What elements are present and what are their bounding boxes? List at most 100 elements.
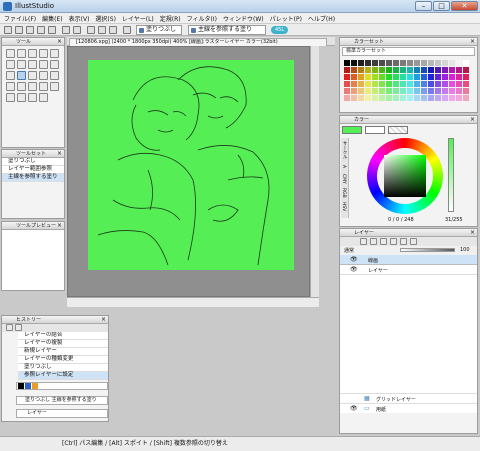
tab-a[interactable]: A [341, 162, 346, 172]
history-item[interactable]: レイヤーの結合 [18, 332, 108, 340]
panel-close-icon[interactable]: × [57, 38, 62, 45]
panel-close-icon[interactable]: × [101, 316, 106, 323]
palette-swatch[interactable] [400, 74, 406, 80]
panel-close-icon[interactable]: × [470, 229, 475, 236]
palette-swatch[interactable] [428, 60, 434, 66]
paste-icon[interactable] [109, 26, 117, 34]
merge-layer-icon[interactable] [400, 238, 407, 245]
layer-move-tool-icon[interactable] [28, 93, 37, 102]
palette-swatch[interactable] [344, 74, 350, 80]
canvas-viewport[interactable] [67, 46, 310, 297]
hue-ring[interactable] [367, 138, 443, 214]
pen-tool-icon[interactable] [17, 60, 26, 69]
new-folder-icon[interactable] [370, 238, 377, 245]
palette-swatch[interactable] [428, 88, 434, 94]
menu-palette[interactable]: パレット(P) [270, 14, 302, 23]
palette-swatch[interactable] [442, 67, 448, 73]
saturation-value-square[interactable] [384, 155, 426, 197]
open-file-icon[interactable] [26, 26, 34, 34]
gradient-tool-icon[interactable] [28, 71, 37, 80]
select-tool-icon[interactable] [6, 49, 15, 58]
palette-swatch[interactable] [414, 60, 420, 66]
palette-swatch[interactable] [393, 95, 399, 101]
palette-swatch[interactable] [463, 95, 469, 101]
palette-swatch[interactable] [379, 81, 385, 87]
palette-swatch[interactable] [449, 81, 455, 87]
history-item[interactable]: 参照レイヤーに設定 [18, 372, 108, 380]
panel-close-icon[interactable]: × [470, 38, 475, 45]
palette-swatch[interactable] [456, 74, 462, 80]
tab-circle[interactable]: サークル [341, 138, 347, 162]
palette-swatch[interactable] [372, 74, 378, 80]
new-file-icon[interactable] [15, 26, 23, 34]
palette-swatch[interactable] [372, 81, 378, 87]
palette-swatch[interactable] [435, 60, 441, 66]
blend-mode-select[interactable]: 通常 [344, 247, 354, 254]
palette-swatch[interactable] [365, 88, 371, 94]
blend-tool-icon[interactable] [50, 82, 59, 91]
maximize-button[interactable]: □ [433, 1, 450, 11]
palette-swatch[interactable] [386, 74, 392, 80]
palette-swatch[interactable] [400, 95, 406, 101]
palette-swatch[interactable] [449, 60, 455, 66]
history-item[interactable]: レイヤーの複製 [18, 340, 108, 348]
menu-file[interactable]: ファイル(F) [4, 14, 36, 23]
ruler-tool-icon[interactable] [28, 82, 37, 91]
menu-view[interactable]: 表示(V) [69, 14, 90, 23]
palette-swatch[interactable] [442, 74, 448, 80]
pencil-tool-icon[interactable] [28, 60, 37, 69]
palette-swatch[interactable] [393, 88, 399, 94]
palette-swatch[interactable] [414, 88, 420, 94]
canvas-vertical-scrollbar[interactable] [310, 46, 319, 297]
minimize-button[interactable]: – [415, 1, 432, 11]
stop-icon[interactable] [4, 26, 12, 34]
history-option-field[interactable]: 塗りつぶし 主線を参照する塗り [16, 396, 108, 405]
layer-row[interactable]: ▦ グリッドレイヤー [340, 393, 477, 403]
palette-swatch[interactable] [456, 60, 462, 66]
palette-swatch[interactable] [407, 81, 413, 87]
document-tab[interactable]: [120806.xpg] (2400 * 1800px 350dpi) 400%… [69, 38, 327, 46]
palette-swatch[interactable] [386, 88, 392, 94]
layer-row[interactable]: 👁 ▭ 用紙 [340, 403, 477, 413]
palette-swatch[interactable] [414, 81, 420, 87]
palette-swatch[interactable] [358, 88, 364, 94]
fill-tool-icon[interactable] [17, 71, 26, 80]
palette-swatch[interactable] [365, 95, 371, 101]
palette-swatch[interactable] [456, 67, 462, 73]
menu-edit[interactable]: 編集(E) [42, 14, 62, 23]
palette-swatch[interactable] [463, 67, 469, 73]
eraser-tool-icon[interactable] [6, 71, 15, 80]
zoom-tool-icon[interactable] [28, 49, 37, 58]
subtool-item[interactable]: レイヤー範囲参照 [2, 166, 64, 174]
menu-select[interactable]: 選択(S) [95, 14, 116, 23]
save-icon[interactable] [37, 26, 45, 34]
redo-icon[interactable] [73, 26, 81, 34]
tab-rgb[interactable]: RGB [341, 186, 346, 200]
copy-layer-icon[interactable] [380, 238, 387, 245]
palette-swatch[interactable] [442, 81, 448, 87]
palette-swatch[interactable] [358, 67, 364, 73]
palette-swatch[interactable] [351, 74, 357, 80]
palette-swatch[interactable] [379, 67, 385, 73]
palette-swatch[interactable] [351, 95, 357, 101]
close-button[interactable]: ✕ [451, 1, 478, 11]
palette-swatch[interactable] [463, 74, 469, 80]
line-tool-icon[interactable] [6, 82, 15, 91]
palette-swatch[interactable] [463, 88, 469, 94]
redo-icon[interactable] [15, 324, 22, 331]
tool-combo[interactable]: 塗りつぶし [136, 25, 182, 35]
palette-swatch[interactable] [414, 95, 420, 101]
palette-swatch[interactable] [393, 67, 399, 73]
palette-swatch[interactable] [400, 81, 406, 87]
drawing-canvas[interactable] [88, 60, 294, 270]
copy-icon[interactable] [98, 26, 106, 34]
palette-swatch[interactable] [435, 74, 441, 80]
brush-size-badge[interactable]: 45L [271, 26, 289, 34]
palette-swatch[interactable] [421, 67, 427, 73]
palette-swatch[interactable] [344, 60, 350, 66]
eyedropper-tool-icon[interactable] [39, 82, 48, 91]
palette-swatch[interactable] [344, 67, 350, 73]
palette-swatch[interactable] [442, 95, 448, 101]
menu-layer[interactable]: レイヤー(L) [122, 14, 154, 23]
palette-swatch[interactable] [421, 95, 427, 101]
